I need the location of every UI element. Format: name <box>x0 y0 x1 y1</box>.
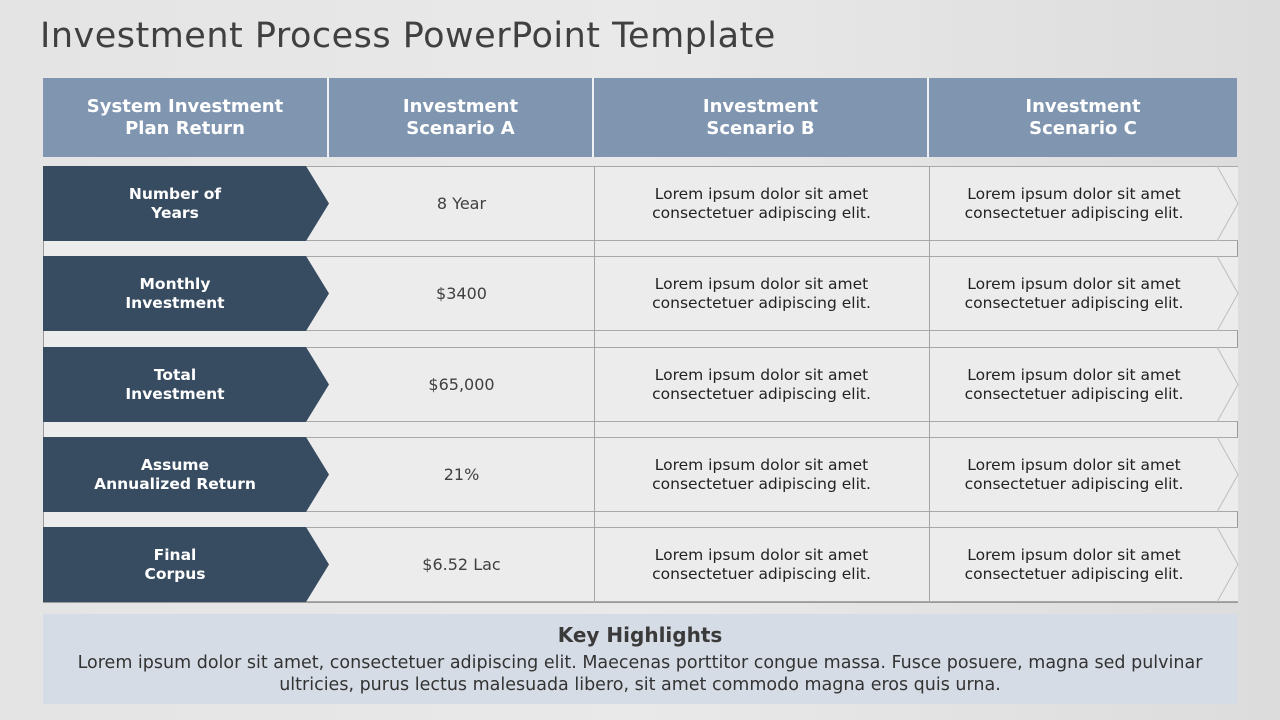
table-row: Total Investment $65,000 Lorem ipsum dol… <box>43 347 1239 422</box>
slide-title: Investment Process PowerPoint Template <box>40 16 776 56</box>
scenario-c-value: Lorem ipsum dolor sit amet consectetuer … <box>964 365 1184 403</box>
scenario-a-value: 8 Year <box>436 194 487 213</box>
scenario-b-value: Lorem ipsum dolor sit amet consectetuer … <box>652 545 871 583</box>
scenario-a-value: $6.52 Lac <box>422 555 501 574</box>
row-chevron-outline <box>1217 347 1239 422</box>
table-row: Assume Annualized Return 21% Lorem ipsum… <box>43 437 1239 512</box>
table-row: Monthly Investment $3400 Lorem ipsum dol… <box>43 256 1239 331</box>
header-plan-return: System Investment Plan Return <box>43 78 329 157</box>
table-header-row: System Investment Plan Return Investment… <box>43 78 1237 157</box>
key-highlights-box: Key Highlights Lorem ipsum dolor sit ame… <box>43 614 1237 704</box>
row-label-chevron: Final Corpus <box>43 527 329 602</box>
scenario-c-value: Lorem ipsum dolor sit amet consectetuer … <box>964 455 1184 493</box>
row-label-chevron: Total Investment <box>43 347 329 422</box>
scenario-a-value: $3400 <box>436 284 487 303</box>
column-divider <box>594 166 595 603</box>
row-label-chevron: Monthly Investment <box>43 256 329 331</box>
scenario-a-value: 21% <box>443 465 480 484</box>
header-scenario-b: Investment Scenario B <box>594 78 929 157</box>
header-scenario-a: Investment Scenario A <box>329 78 594 157</box>
row-chevron-outline <box>1217 166 1239 241</box>
scenario-b-value: Lorem ipsum dolor sit amet consectetuer … <box>652 184 871 222</box>
key-highlights-text: Lorem ipsum dolor sit amet, consectetuer… <box>77 653 1203 695</box>
key-highlights-title: Key Highlights <box>557 623 723 647</box>
row-chevron-outline <box>1217 527 1239 602</box>
row-label-chevron: Assume Annualized Return <box>43 437 329 512</box>
scenario-c-value: Lorem ipsum dolor sit amet consectetuer … <box>964 274 1184 312</box>
table-row: Number of Years 8 Year Lorem ipsum dolor… <box>43 166 1239 241</box>
row-chevron-outline <box>1217 256 1239 331</box>
scenario-c-value: Lorem ipsum dolor sit amet consectetuer … <box>964 545 1184 583</box>
row-label-chevron: Number of Years <box>43 166 329 241</box>
scenario-b-value: Lorem ipsum dolor sit amet consectetuer … <box>652 455 871 493</box>
scenario-b-value: Lorem ipsum dolor sit amet consectetuer … <box>652 274 871 312</box>
scenario-a-value: $65,000 <box>428 375 495 394</box>
scenario-b-value: Lorem ipsum dolor sit amet consectetuer … <box>652 365 871 403</box>
header-scenario-c: Investment Scenario C <box>929 78 1237 157</box>
table-row: Final Corpus $6.52 Lac Lorem ipsum dolor… <box>43 527 1239 602</box>
row-chevron-outline <box>1217 437 1239 512</box>
scenario-c-value: Lorem ipsum dolor sit amet consectetuer … <box>964 184 1184 222</box>
column-divider <box>929 166 930 603</box>
